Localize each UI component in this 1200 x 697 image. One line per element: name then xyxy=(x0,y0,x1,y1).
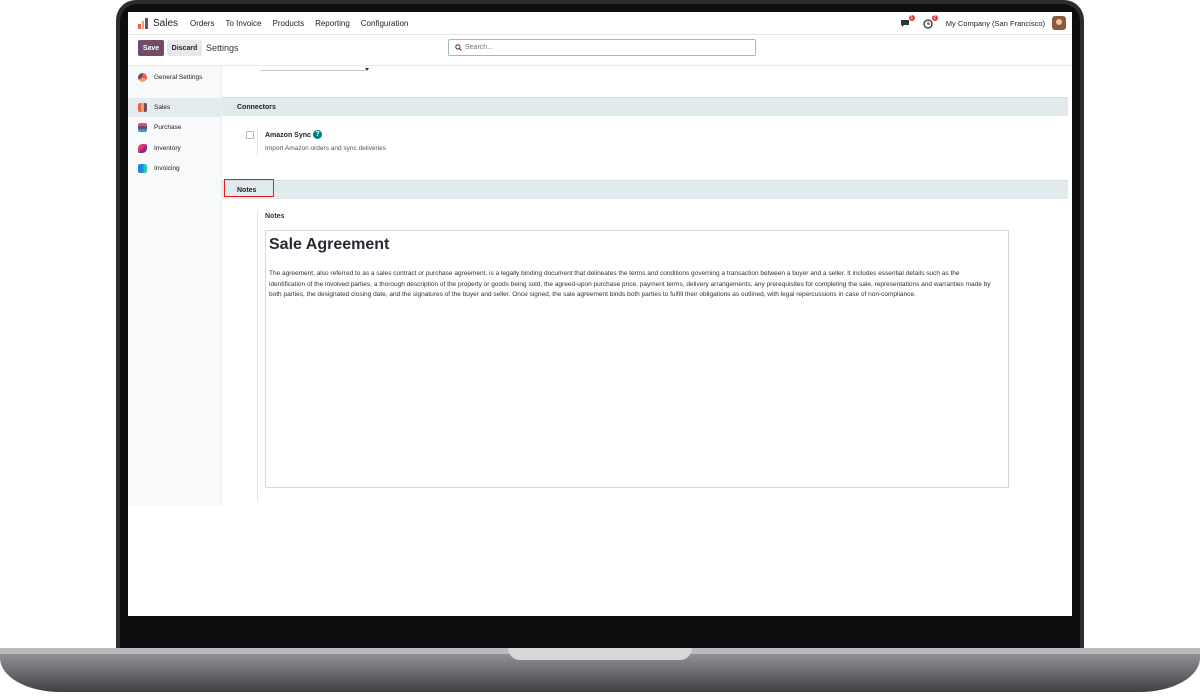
settings-sidebar: General Settings Sales Purchase Inventor… xyxy=(128,66,222,506)
inventory-icon xyxy=(138,144,147,153)
amazon-sync-description: Import Amazon orders and sync deliveries xyxy=(265,145,387,152)
page-title: Settings xyxy=(206,43,239,53)
caret-down-icon[interactable] xyxy=(365,68,369,71)
invoicing-icon xyxy=(138,164,147,173)
search-icon xyxy=(455,44,462,51)
purchase-icon xyxy=(138,123,147,132)
notes-field-label: Notes xyxy=(265,213,285,220)
menu-reporting[interactable]: Reporting xyxy=(315,19,350,28)
menu-orders[interactable]: Orders xyxy=(190,19,214,28)
settings-content: Connectors Amazon Sync ? Import Amazon o… xyxy=(222,66,1072,506)
sales-icon xyxy=(138,103,147,112)
menu-products[interactable]: Products xyxy=(273,19,305,28)
search-input[interactable] xyxy=(465,44,745,51)
control-panel: Save Discard Settings xyxy=(128,35,1072,66)
user-avatar[interactable] xyxy=(1052,16,1066,30)
menu-to-invoice[interactable]: To Invoice xyxy=(225,19,261,28)
screen: Sales Orders To Invoice Products Reporti… xyxy=(128,12,1072,616)
sidebar-item-label: Invoicing xyxy=(154,165,180,172)
sidebar-item-general-settings[interactable]: General Settings xyxy=(128,68,221,87)
app-name[interactable]: Sales xyxy=(153,18,178,29)
messages-icon[interactable]: 1 xyxy=(900,14,915,28)
sidebar-item-label: Sales xyxy=(154,104,171,111)
sidebar-item-label: General Settings xyxy=(154,74,203,81)
activities-clock-icon[interactable]: 2 xyxy=(923,14,938,29)
general-settings-icon xyxy=(138,73,147,82)
section-connectors: Connectors xyxy=(222,97,1068,116)
sidebar-item-label: Inventory xyxy=(154,145,181,152)
company-switcher[interactable]: My Company (San Francisco) xyxy=(946,19,1045,28)
notes-body[interactable]: The agreement, also referred to as a sal… xyxy=(269,269,995,301)
discard-button[interactable]: Discard xyxy=(167,40,202,56)
sidebar-item-label: Purchase xyxy=(154,124,182,131)
messages-badge: 1 xyxy=(908,14,915,21)
activities-badge: 2 xyxy=(931,14,938,21)
help-question-icon[interactable]: ? xyxy=(313,130,322,139)
notes-editor[interactable]: Sale Agreement The agreement, also refer… xyxy=(265,230,1009,488)
notes-highlight-box xyxy=(224,179,274,197)
menu-configuration[interactable]: Configuration xyxy=(361,19,409,28)
laptop-notch xyxy=(508,648,692,660)
select-field-underline[interactable] xyxy=(260,70,366,71)
setting-divider xyxy=(257,211,258,501)
sidebar-item-sales[interactable]: Sales xyxy=(128,98,221,117)
notes-heading[interactable]: Sale Agreement xyxy=(269,236,389,254)
section-notes: Notes xyxy=(222,180,1068,199)
setting-divider xyxy=(257,127,258,155)
sales-app-icon[interactable] xyxy=(138,17,149,29)
save-button[interactable]: Save xyxy=(138,40,164,56)
sidebar-item-inventory[interactable]: Inventory xyxy=(128,139,221,158)
sidebar-item-purchase[interactable]: Purchase xyxy=(128,118,221,137)
top-navbar: Sales Orders To Invoice Products Reporti… xyxy=(128,12,1072,35)
search-bar[interactable] xyxy=(448,39,756,56)
sidebar-item-invoicing[interactable]: Invoicing xyxy=(128,159,221,178)
amazon-sync-label: Amazon Sync xyxy=(265,132,311,139)
navbar-systray: 1 2 My Company (San Francisco) xyxy=(900,12,1066,34)
amazon-sync-checkbox[interactable] xyxy=(246,131,254,139)
